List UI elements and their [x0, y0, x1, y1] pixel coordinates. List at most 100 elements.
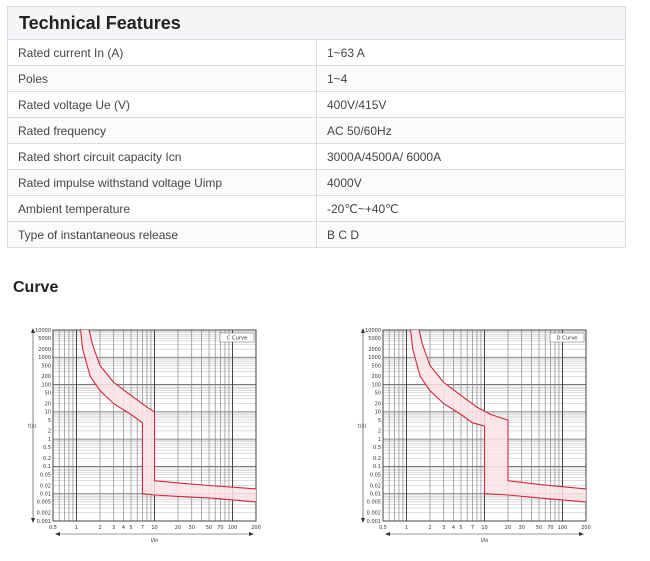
- arrow-head: [249, 532, 254, 536]
- y-tick-label: 20: [375, 401, 381, 407]
- y-tick-label: 10: [375, 410, 381, 416]
- d-curve-chart: D Curve 10000 5000 2000 1000 500 200 100 50 20 10 5…: [356, 322, 596, 547]
- row-value: 4000V: [316, 169, 626, 196]
- x-tick-label: 7: [471, 525, 474, 531]
- y-tick-label: 5: [378, 418, 381, 424]
- arrow-head: [579, 532, 584, 536]
- row-label: Rated current In (A): [7, 39, 317, 66]
- x-tick-label: 4: [122, 525, 125, 531]
- y-tick-label: 5000: [38, 336, 51, 342]
- y-tick-label: 0.02: [40, 483, 51, 489]
- table-row: Rated current In (A) 1~63 A: [7, 39, 626, 66]
- row-value: 400V/415V: [316, 91, 626, 118]
- x-tick-label: 30: [189, 525, 195, 531]
- row-label: Type of instantaneous release: [7, 221, 317, 248]
- y-tick-label: 20: [45, 401, 51, 407]
- y-tick-label: 10000: [365, 328, 381, 334]
- x-axis-ticks: 0.5 1 2 3 4 5 7 10 20 30 50 70 100 200: [379, 525, 591, 531]
- chart-svg: C Curve 10000 5000 2000 1000 500 200 100 50 20 10 5…: [28, 328, 261, 544]
- y-tick-label: 5000: [368, 336, 381, 342]
- y-tick-label: 0.01: [370, 492, 381, 498]
- row-value: AC 50/60Hz: [316, 117, 626, 144]
- table-row: Type of instantaneous release B C D: [7, 221, 626, 248]
- row-value: -20℃~+40℃: [316, 195, 626, 222]
- curve-heading: Curve: [13, 279, 59, 296]
- y-tick-label: 0.5: [43, 445, 51, 451]
- y-tick-label: 2000: [368, 347, 381, 353]
- y-tick-label: 1: [48, 437, 51, 443]
- y-tick-label: 0.5: [373, 445, 381, 451]
- x-tick-label: 1: [405, 525, 408, 531]
- x-tick-label: 70: [547, 525, 553, 531]
- y-tick-label: 5: [48, 418, 51, 424]
- y-tick-label: 0.02: [370, 483, 381, 489]
- y-axis-ticks: 10000 5000 2000 1000 500 200 100 50 20 10 5 2 1 0.5 0.…: [365, 328, 381, 525]
- y-tick-label: 0.05: [370, 472, 381, 478]
- x-tick-label: 1: [75, 525, 78, 531]
- x-axis-ticks: 0.5 1 2 3 4 5 7 10 20 30 50 70 100 200: [49, 525, 261, 531]
- x-tick-label: 20: [505, 525, 511, 531]
- row-value: 3000A/4500A/ 6000A: [316, 143, 626, 170]
- y-tick-label: 1000: [38, 355, 51, 361]
- y-tick-label: 50: [45, 391, 51, 397]
- x-tick-label: 100: [228, 525, 238, 531]
- y-tick-label: 10: [45, 410, 51, 416]
- x-axis-label: I/In: [481, 538, 489, 544]
- y-tick-label: 0.1: [373, 464, 381, 470]
- x-tick-label: 30: [519, 525, 525, 531]
- series-line-1: [88, 329, 257, 490]
- y-tick-label: 2: [48, 429, 51, 435]
- table-row: Rated short circuit capacity Icn 3000A/45…: [7, 143, 626, 170]
- y-tick-label: 0.2: [43, 456, 51, 462]
- y-tick-label: 100: [371, 382, 381, 388]
- arrow-head: [31, 518, 35, 523]
- x-tick-label: 100: [558, 525, 568, 531]
- x-axis-label: I/In: [151, 538, 159, 544]
- legend-label: C Curve: [227, 336, 248, 342]
- x-tick-label: 70: [217, 525, 223, 531]
- row-value: B C D: [316, 221, 626, 248]
- row-label: Ambient temperature: [7, 195, 317, 222]
- x-tick-label: 200: [251, 525, 261, 531]
- legend-label: D Curve: [557, 336, 578, 342]
- arrow-head: [361, 518, 365, 523]
- x-tick-label: 5: [459, 525, 462, 531]
- x-tick-label: 200: [581, 525, 591, 531]
- y-tick-label: 100: [41, 382, 51, 388]
- c-curve-chart: C Curve 10000 5000 2000 1000 500 200 100 50 20 10 5…: [26, 322, 266, 547]
- x-tick-label: 50: [536, 525, 542, 531]
- x-tick-label: 0.5: [49, 525, 57, 531]
- row-label: Rated voltage Ue (V): [7, 91, 317, 118]
- x-tick-label: 0.5: [379, 525, 387, 531]
- y-tick-label: 1: [378, 437, 381, 443]
- row-value: 1~63 A: [316, 39, 626, 66]
- x-tick-label: 20: [175, 525, 181, 531]
- y-tick-label: 500: [371, 363, 381, 369]
- y-tick-label: 2: [378, 429, 381, 435]
- table-row: Rated impulse withstand voltage Uimp 4000…: [7, 169, 626, 196]
- y-tick-label: 2000: [38, 347, 51, 353]
- y-tick-label: 0.05: [40, 472, 51, 478]
- x-tick-label: 3: [112, 525, 115, 531]
- x-tick-label: 10: [151, 525, 157, 531]
- x-tick-label: 2: [98, 525, 101, 531]
- x-tick-label: 3: [442, 525, 445, 531]
- y-tick-label: 10000: [35, 328, 51, 334]
- y-tick-label: 0.002: [37, 511, 51, 517]
- table-row: Rated voltage Ue (V) 400V/415V: [7, 91, 626, 118]
- y-tick-label: 0.001: [367, 519, 381, 525]
- y-tick-label: 500: [41, 363, 51, 369]
- x-tick-label: 7: [141, 525, 144, 531]
- y-axis-label: t(s): [28, 424, 37, 430]
- y-tick-label: 0.005: [37, 500, 51, 506]
- table-row: Rated frequency AC 50/60Hz: [7, 117, 626, 144]
- y-tick-label: 0.002: [367, 511, 381, 517]
- technical-features-table: Technical Features Rated current In (A) 1…: [7, 6, 626, 248]
- row-label: Rated short circuit capacity Icn: [7, 143, 317, 170]
- y-tick-label: 200: [41, 374, 51, 380]
- x-tick-label: 2: [428, 525, 431, 531]
- table-row: Poles 1~4: [7, 65, 626, 92]
- x-tick-label: 4: [452, 525, 455, 531]
- y-tick-label: 0.1: [43, 464, 51, 470]
- arrow-head: [385, 532, 390, 536]
